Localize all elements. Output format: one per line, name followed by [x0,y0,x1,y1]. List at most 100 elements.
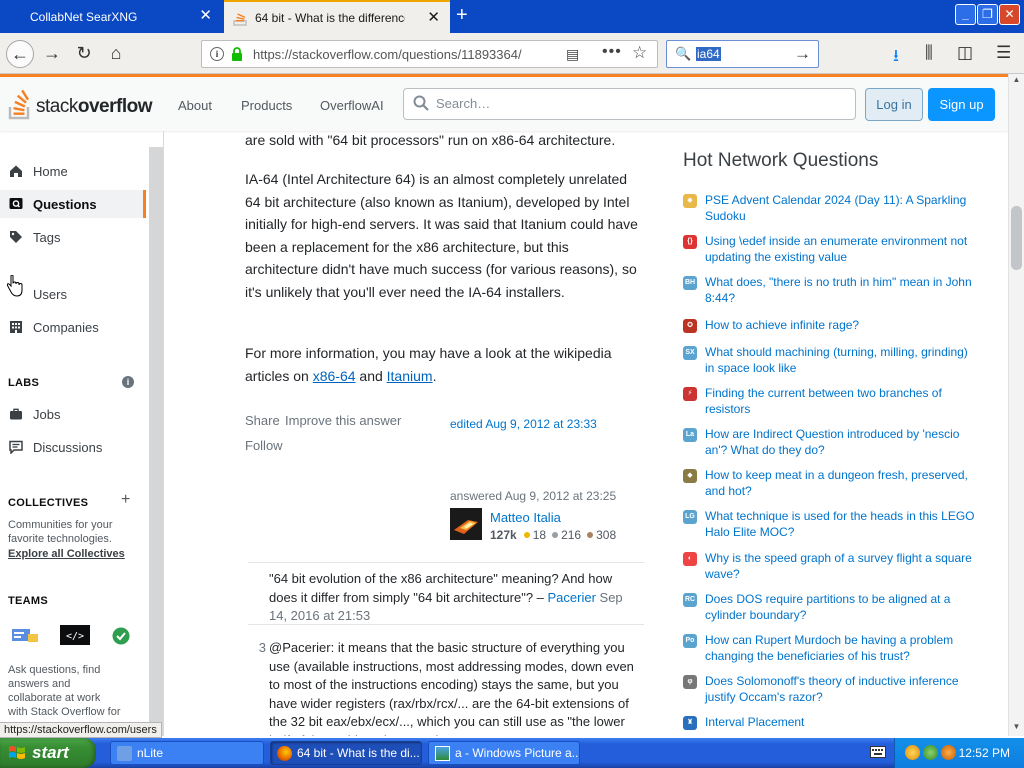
scroll-up-icon[interactable]: ▲ [1010,75,1023,88]
user-name-link[interactable]: Matteo Italia [490,510,561,525]
edited-link[interactable]: edited Aug 9, 2012 at 23:33 [450,417,597,431]
follow-link[interactable]: Follow [245,438,283,453]
comment-user-link[interactable]: Pacerier [548,590,596,605]
tab-label: CollabNet SearXNG [30,9,138,24]
so-search-input[interactable]: Search… [436,96,490,111]
itanium-link[interactable]: Itanium [387,368,433,384]
new-tab-icon[interactable]: + [456,5,468,25]
x86-64-link[interactable]: x86-64 [313,368,356,384]
reader-view-icon[interactable]: ▤ [566,46,579,63]
tray-network-icon[interactable] [923,745,938,760]
forward-icon[interactable]: → [38,40,66,68]
login-button[interactable]: Log in [865,88,923,121]
reload-icon[interactable]: ↻ [70,40,98,68]
sidebar-item-tags[interactable]: Tags [0,223,146,251]
hot-network-questions-title: Hot Network Questions [683,150,879,171]
signup-button[interactable]: Sign up [928,88,995,121]
sidebar-item-label: Users [33,286,67,302]
stackoverflow-logo[interactable]: stackoverflow [8,86,152,120]
svg-text:</>: </> [66,631,84,642]
teams-code-icon: </> [60,625,90,645]
close-tab-icon[interactable]: ✕ [199,8,212,23]
sidebar-item-discussions[interactable]: Discussions [0,433,146,461]
page-actions-icon[interactable]: ••• [602,43,622,61]
nav-overflowai[interactable]: OverflowAI [320,98,384,113]
hnq-link[interactable]: How are Indirect Question introduced by … [705,427,979,458]
hnq-link[interactable]: Why is the speed graph of a survey fligh… [705,551,979,582]
maximize-icon[interactable]: ❐ [977,4,998,25]
tray-search-icon[interactable] [941,745,956,760]
search-bar[interactable]: 🔍 ia64 → [666,40,819,68]
task-firefox[interactable]: 64 bit - What is the di... [270,741,422,765]
site-icon: La [683,428,697,442]
hnq-link[interactable]: Interval Placement [705,715,979,731]
windows-taskbar: start nLite 64 bit - What is the di... a… [0,738,1024,768]
sidebar-item-label: Tags [33,229,61,245]
so-search-box[interactable]: Search… [403,88,856,120]
url-text[interactable]: https://stackoverflow.com/questions/1189… [253,47,525,62]
start-label: start [32,743,69,762]
url-bar[interactable]: i https://stackoverflow.com/questions/11… [201,40,658,68]
site-icon: ◆ [683,469,697,483]
sidebar-item-companies[interactable]: Companies [0,313,146,341]
search-go-icon[interactable]: → [794,44,811,64]
home-icon[interactable]: ⌂ [102,40,130,68]
lock-icon[interactable] [231,47,243,61]
tab-label: 64 bit - What is the difference between … [255,10,405,25]
sidebar-item-jobs[interactable]: Jobs [0,400,146,428]
start-button[interactable]: start [0,738,96,768]
add-collective-icon[interactable]: + [121,491,130,509]
task-nlite[interactable]: nLite [110,741,264,765]
hnq-link[interactable]: How to keep meat in a dungeon fresh, pre… [705,468,979,499]
info-icon[interactable]: i [210,47,224,61]
close-window-icon[interactable]: ✕ [999,4,1020,25]
stackoverflow-logo-icon [8,89,30,120]
hnq-link[interactable]: What technique is used for the heads in … [705,509,979,540]
task-label: 64 bit - What is the di... [297,746,420,760]
bookmark-star-icon[interactable]: ☆ [632,43,647,63]
comment-body: @Pacerier: it means that the basic struc… [269,640,634,736]
hnq-link[interactable]: Does Solomonoff's theory of inductive in… [705,674,979,705]
hnq-link[interactable]: What does, "there is no truth in him" me… [705,275,979,306]
page-scrollbar[interactable]: ▲ ▼ [1008,74,1024,736]
back-icon[interactable]: ← [6,40,34,68]
hamburger-menu-icon[interactable]: ☰ [996,43,1011,63]
tray-app-icon[interactable] [905,745,920,760]
hnq-link[interactable]: PSE Advent Calendar 2024 (Day 11): A Spa… [705,193,979,224]
sidebar-item-home[interactable]: Home [0,157,146,185]
hnq-link[interactable]: Does DOS require partitions to be aligne… [705,592,979,623]
hnq-link[interactable]: Finding the current between two branches… [705,386,979,417]
explore-collectives-link[interactable]: Explore all Collectives [8,548,125,560]
avatar[interactable] [450,508,482,540]
scrollbar-thumb[interactable] [1011,206,1022,270]
improve-answer-link[interactable]: Improve this answer [285,413,401,428]
task-label: nLite [137,746,164,760]
download-icon[interactable]: ⭳ [893,43,899,72]
library-icon[interactable]: ⫼ [925,43,933,63]
hnq-link[interactable]: How can Rupert Murdoch be having a probl… [705,633,979,664]
info-icon[interactable]: i [122,376,134,388]
minimize-icon[interactable]: _ [955,4,976,25]
hnq-link[interactable]: Using \edef inside an enumerate environm… [705,234,979,265]
site-icon: ♜ [683,716,697,730]
sidebar-item-questions[interactable]: Questions [0,190,146,218]
share-link[interactable]: Share [245,413,280,428]
picture-viewer-icon [435,746,450,761]
hnq-link[interactable]: What should machining (turning, milling,… [705,345,979,376]
keyboard-icon[interactable] [870,746,886,758]
nav-products[interactable]: Products [241,98,292,113]
site-icon: ⚡ [683,387,697,401]
browser-titlebar: CollabNet SearXNG ✕ 64 bit - What is the… [0,0,1024,33]
sidebar-toggle-icon[interactable]: ◫ [957,43,973,63]
close-tab-icon[interactable]: ✕ [427,10,440,25]
nav-about[interactable]: About [178,98,212,113]
tab-searxng[interactable]: CollabNet SearXNG ✕ [0,0,222,33]
teams-text: Ask questions, find [8,664,101,676]
task-picture-viewer[interactable]: a - Windows Picture a... [428,741,580,765]
hnq-link[interactable]: How to achieve infinite rage? [705,318,979,334]
scroll-down-icon[interactable]: ▼ [1010,722,1023,735]
search-input[interactable]: ia64 [696,47,721,61]
sidebar-scrollbar[interactable] [149,147,163,736]
teams-text: with Stack Overflow for [8,706,121,718]
tab-stackoverflow[interactable]: 64 bit - What is the difference between … [224,0,450,33]
